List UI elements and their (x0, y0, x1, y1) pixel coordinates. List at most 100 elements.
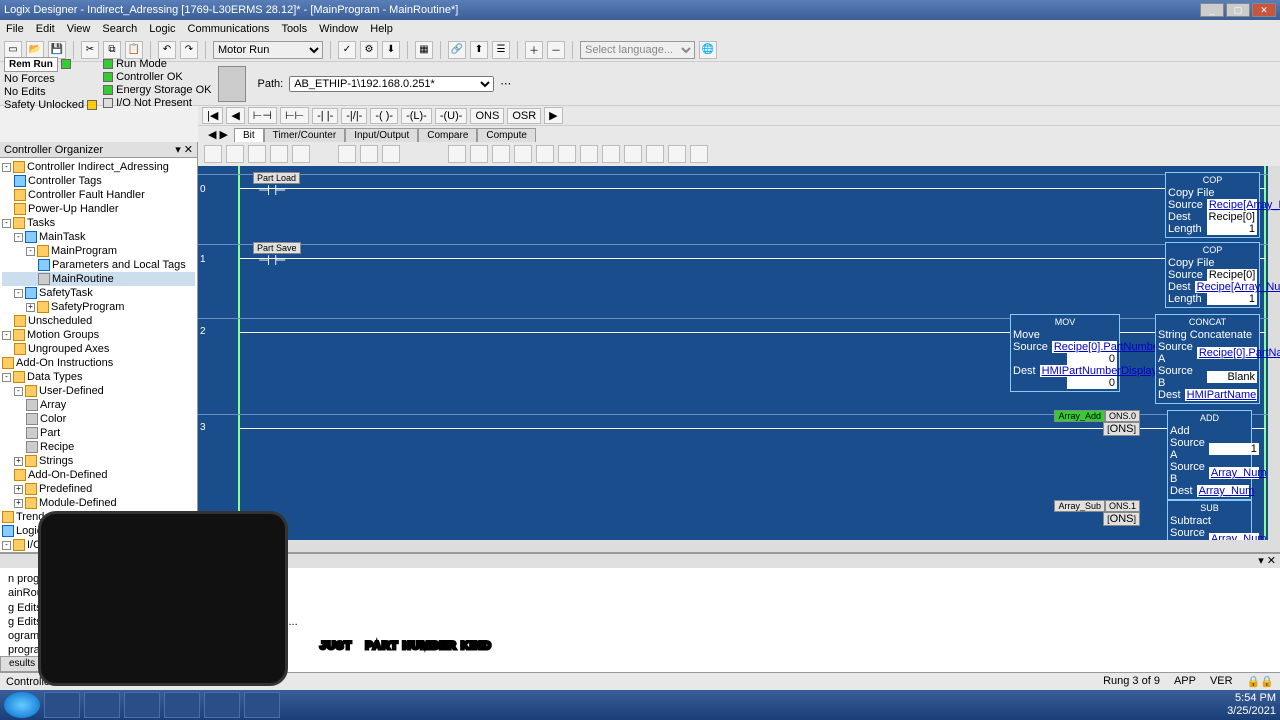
ladder-canvas[interactable]: 0 Part Load ⊣ ⊢ COP Copy File SourceReci… (198, 166, 1280, 540)
ladder-tool-8[interactable] (382, 145, 400, 163)
rung-otu-icon[interactable]: -(U)- (435, 108, 468, 124)
tab-compare[interactable]: Compare (418, 128, 477, 142)
inst-concat[interactable]: CONCAT String Concatenate Source ARecipe… (1155, 314, 1260, 404)
tree-body[interactable]: -Controller Indirect_Adressing Controlle… (0, 158, 197, 552)
inst-add[interactable]: ADD Add Source A1 Source BArray_Num Dest… (1167, 410, 1252, 500)
ladder-tool-1[interactable] (204, 145, 222, 163)
redo-icon[interactable]: ↷ (180, 41, 198, 59)
tree-unscheduled[interactable]: Unscheduled (2, 314, 195, 328)
ladder-edit-3[interactable] (492, 145, 510, 163)
copy-icon[interactable]: ⧉ (103, 41, 121, 59)
taskbar-chrome[interactable] (164, 692, 200, 718)
tree-module-def[interactable]: +Module-Defined (2, 496, 195, 510)
go-online-icon[interactable]: 🔗 (448, 41, 466, 59)
paste-icon[interactable]: 📋 (125, 41, 143, 59)
tree-addon[interactable]: Add-On Instructions (2, 356, 195, 370)
ladder-edit-7[interactable] (580, 145, 598, 163)
ladder-tool-3[interactable] (248, 145, 266, 163)
tree-color[interactable]: Color (2, 412, 195, 426)
undo-icon[interactable]: ↶ (158, 41, 176, 59)
menu-communications[interactable]: Communications (188, 23, 270, 35)
rung-xio-icon[interactable]: -|/|- (341, 108, 367, 124)
tree-controller-tags[interactable]: Controller Tags (2, 174, 195, 188)
tag-ons0[interactable]: ONS.0 (1105, 410, 1140, 422)
ladder-edit-4[interactable] (514, 145, 532, 163)
close-button[interactable]: ✕ (1252, 3, 1276, 17)
start-button[interactable] (4, 692, 40, 718)
tree-safetytask[interactable]: -SafetyTask (2, 286, 195, 300)
menu-tools[interactable]: Tools (281, 23, 307, 35)
ladder-edit-6[interactable] (558, 145, 576, 163)
menu-help[interactable]: Help (370, 23, 393, 35)
rung-ons-button[interactable]: ONS (470, 108, 504, 124)
tree-tasks[interactable]: -Tasks (2, 216, 195, 230)
tree-ungrouped-axes[interactable]: Ungrouped Axes (2, 342, 195, 356)
ladder-tool-4[interactable] (270, 145, 288, 163)
tree-pin-icon[interactable]: ▾ ✕ (175, 143, 193, 156)
ladder-edit-12[interactable] (690, 145, 708, 163)
menu-file[interactable]: File (6, 23, 24, 35)
rung-otl-icon[interactable]: -(L)- (401, 108, 432, 124)
zoom-out-icon[interactable]: － (547, 41, 565, 59)
tree-mainprogram[interactable]: -MainProgram (2, 244, 195, 258)
tree-strings[interactable]: +Strings (2, 454, 195, 468)
inst-mov[interactable]: MOV Move SourceRecipe[0].PartNumber 0 De… (1010, 314, 1120, 392)
rung-1-contact[interactable]: ⊣ ⊢ (258, 252, 286, 269)
inst-cop-2[interactable]: COP Copy File SourceRecipe[0] DestRecipe… (1165, 242, 1260, 308)
tab-compute[interactable]: Compute (477, 128, 536, 142)
tree-datatypes[interactable]: -Data Types (2, 370, 195, 384)
path-select[interactable]: AB_ETHIP-1\192.168.0.251* (289, 76, 494, 92)
tree-addon-def[interactable]: Add-On-Defined (2, 468, 195, 482)
menu-search[interactable]: Search (102, 23, 137, 35)
language-select[interactable]: Select language... (580, 41, 695, 59)
minimize-button[interactable]: _ (1200, 3, 1224, 17)
ladder-tool-6[interactable] (338, 145, 356, 163)
taskbar-ie[interactable] (124, 692, 160, 718)
ladder-edit-5[interactable] (536, 145, 554, 163)
ladder-tool-7[interactable] (360, 145, 378, 163)
upload-icon[interactable]: ⬆ (470, 41, 488, 59)
ladder-edit-9[interactable] (624, 145, 642, 163)
mode-select[interactable]: Motor Run (213, 41, 323, 59)
tag-array-add[interactable]: Array_Add (1054, 410, 1105, 422)
menu-logic[interactable]: Logic (149, 23, 175, 35)
rung-0-contact[interactable]: ⊣ ⊢ (258, 182, 286, 199)
tree-part[interactable]: Part (2, 426, 195, 440)
verify-icon[interactable]: ✓ (338, 41, 356, 59)
tree-controller-fault[interactable]: Controller Fault Handler (2, 188, 195, 202)
rung-ote-icon[interactable]: -( )- (370, 108, 398, 124)
maximize-button[interactable]: ▢ (1226, 3, 1250, 17)
rung-next-icon[interactable]: ▶ (544, 107, 562, 124)
tree-recipe[interactable]: Recipe (2, 440, 195, 454)
tab-bit[interactable]: Bit (234, 128, 264, 142)
tag-ons1[interactable]: ONS.1 (1105, 500, 1140, 512)
tree-userdef[interactable]: -User-Defined (2, 384, 195, 398)
inst-sub[interactable]: SUB Subtract Source AArray_Num Source B1 (1167, 500, 1252, 540)
download-icon[interactable]: ⬇ (382, 41, 400, 59)
ons-element-0[interactable]: [ONS] (1103, 422, 1140, 436)
output-pin-icon[interactable]: ▾ ✕ (1258, 554, 1276, 568)
zoom-in-icon[interactable]: ＋ (525, 41, 543, 59)
ladder-edit-8[interactable] (602, 145, 620, 163)
rung-branch-icon[interactable]: ⊢⊣ (248, 107, 277, 124)
properties-icon[interactable]: ☰ (492, 41, 510, 59)
rung-0[interactable] (198, 174, 1268, 175)
tree-predefined[interactable]: +Predefined (2, 482, 195, 496)
taskbar-explorer[interactable] (44, 692, 80, 718)
tree-maintask[interactable]: -MainTask (2, 230, 195, 244)
rung-first-icon[interactable]: |◀ (202, 107, 223, 124)
taskbar-logix[interactable] (244, 692, 280, 718)
rung-branch-down-icon[interactable]: ⊢⊢ (280, 107, 309, 124)
toggle-icon[interactable]: ▦ (415, 41, 433, 59)
tree-array[interactable]: Array (2, 398, 195, 412)
tree-params[interactable]: Parameters and Local Tags (2, 258, 195, 272)
tree-controller[interactable]: -Controller Indirect_Adressing (2, 160, 195, 174)
rung-prev-icon[interactable]: ◀ (226, 107, 244, 124)
rung-osr-button[interactable]: OSR (507, 108, 541, 124)
tree-mainroutine[interactable]: MainRoutine (2, 272, 195, 286)
inst-cop-1[interactable]: COP Copy File SourceRecipe[Array_Num] De… (1165, 172, 1260, 238)
menu-window[interactable]: Window (319, 23, 358, 35)
browse-path-icon[interactable]: ⋯ (500, 77, 511, 90)
tab-input-output[interactable]: Input/Output (345, 128, 418, 142)
tag-array-sub[interactable]: Array_Sub (1054, 500, 1105, 512)
